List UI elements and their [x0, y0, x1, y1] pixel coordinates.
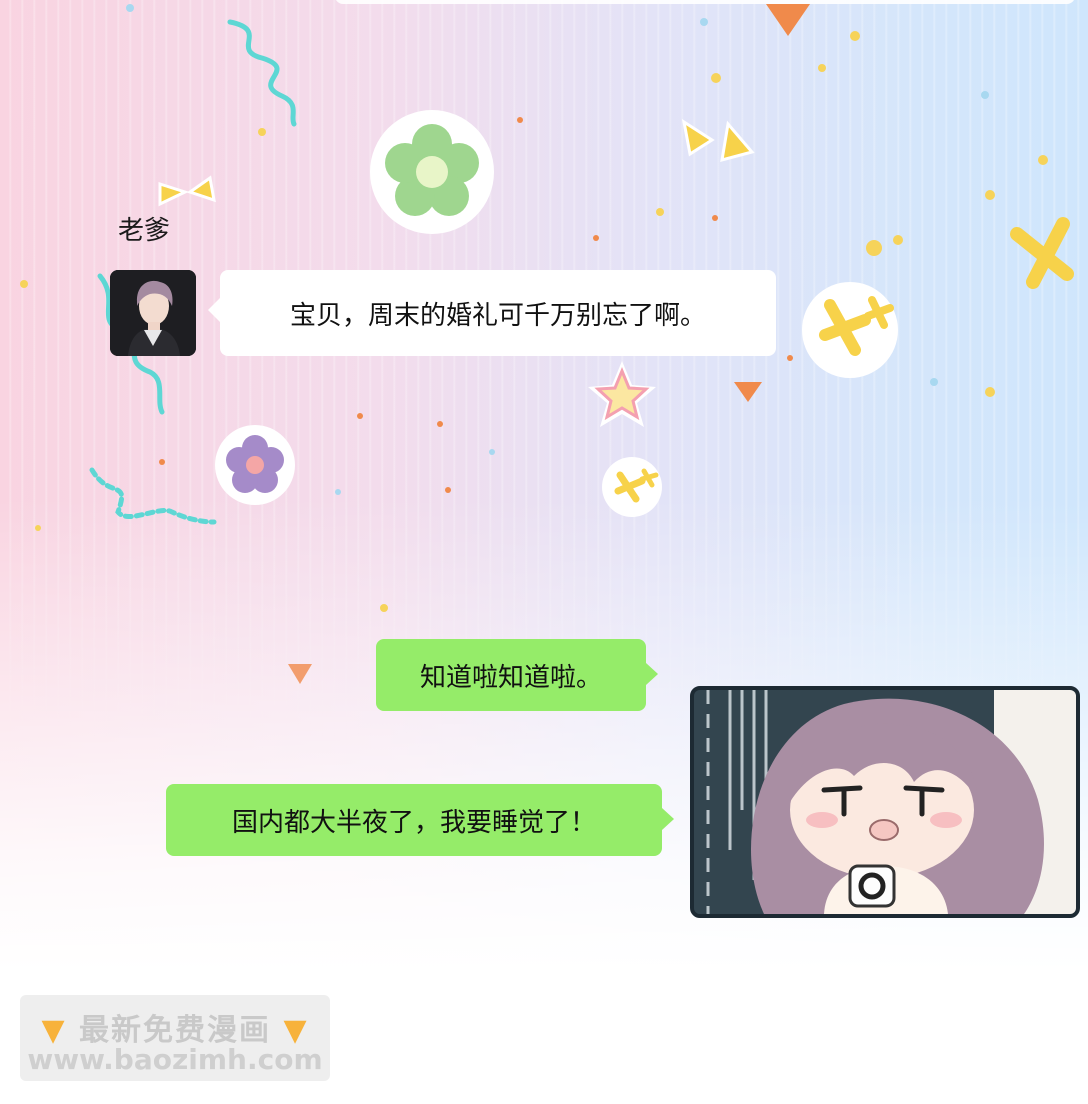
- reaction-illustration-panel: [690, 686, 1080, 918]
- yellow-bow-sticker: [158, 175, 216, 207]
- incoming-message-text: 宝贝，周末的婚礼可千万别忘了啊。: [289, 300, 706, 331]
- outgoing-message-text-1: 知道啦知道啦。: [419, 662, 602, 693]
- watermark-badge: ▼ 最新免费漫画 ▼ www.baozimh.com: [20, 995, 330, 1081]
- yellow-cross-sticker: [802, 282, 898, 378]
- outgoing-message-text-2: 国内都大半夜了，我要睡觉了！: [231, 807, 596, 838]
- outgoing-message-bubble-2[interactable]: 国内都大半夜了，我要睡觉了！: [166, 784, 674, 856]
- outgoing-message-bubble-1[interactable]: 知道啦知道啦。: [376, 639, 658, 711]
- purple-flower-sticker: [215, 425, 295, 505]
- orange-heart-sticker: [766, 4, 810, 36]
- watermark-url: www.baozimh.com: [27, 1043, 323, 1076]
- man-portrait-avatar-icon: [110, 270, 196, 356]
- pink-star-sticker: [588, 361, 656, 427]
- incoming-message-bubble[interactable]: 宝贝，周末的婚礼可千万别忘了啊。: [208, 270, 776, 356]
- girl-chibi-illustration-icon: [694, 690, 1076, 914]
- orange-heart-sticker-2: [734, 382, 762, 402]
- decorative-stickers: [20, 4, 1074, 684]
- sender-avatar[interactable]: [110, 270, 196, 356]
- yellow-bow-sticker-2: [681, 118, 755, 163]
- green-flower-sticker: [370, 110, 494, 234]
- yellow-cross-sticker-small: [602, 457, 662, 517]
- orange-heart-sticker-3: [288, 664, 312, 684]
- yellow-x-sticker: [1010, 217, 1074, 289]
- sender-name: 老爹: [118, 216, 171, 246]
